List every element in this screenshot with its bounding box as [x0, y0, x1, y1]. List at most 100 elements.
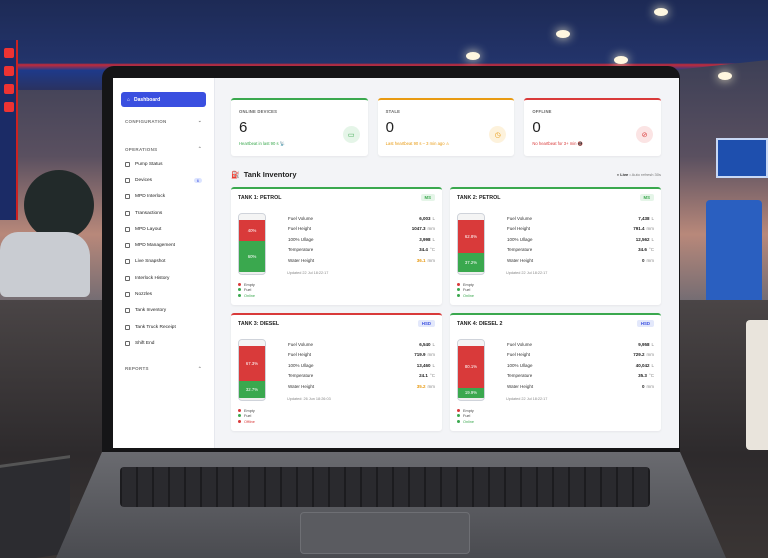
tank-value: 35.2 mm	[416, 383, 435, 389]
sidebar-item-interlock-history[interactable]: Interlock History	[121, 270, 206, 286]
inventory-title: Tank Inventory	[243, 170, 297, 179]
canopy-light	[614, 56, 628, 64]
sidebar: ⌂ Dashboard CONFIGURATION ⌄ OPERATIONS ⌃…	[113, 78, 215, 448]
tank-level-gauge: 80.1% 19.9%	[457, 339, 485, 401]
tank-value: 1047.3 mm	[411, 226, 435, 232]
empty-segment: 67.3%	[239, 346, 265, 381]
updated-timestamp: Updated 22 Jul 18:22:17	[287, 271, 329, 275]
sidebar-item-mpd-management[interactable]: MPD Management	[121, 237, 206, 253]
stat-value: 6	[239, 119, 248, 136]
sidebar-item-pump-status[interactable]: Pump Status	[121, 156, 206, 172]
grid-icon	[125, 226, 130, 232]
stat-cards: ONLINE DEVICES 6 Heartbeat in last 90 s …	[231, 98, 662, 156]
tank-value: 7,438 L	[638, 215, 654, 221]
tank-row-temp: Temperature 34.4 °C	[288, 247, 435, 253]
sidebar-item-mpd-interlock[interactable]: MPD Interlock	[121, 189, 206, 205]
stat-value: 0	[385, 119, 395, 136]
tank-level-gauge: 40% 60%	[238, 213, 266, 275]
chevron-up-icon: ⌃	[197, 146, 202, 151]
sidebar-item-nozzles[interactable]: Nozzles	[121, 286, 206, 302]
count-badge: 6	[193, 177, 202, 183]
tank-icon	[125, 308, 130, 314]
sidebar-item-live-snapshot[interactable]: Live Snapshot	[121, 254, 206, 270]
stat-label: STALE	[385, 109, 401, 114]
tank-value: 6,003 L	[419, 215, 435, 221]
sidebar-item-transactions[interactable]: Transactions	[121, 205, 206, 221]
tank-icon: ⛽	[231, 171, 240, 179]
tank-value: 36.1 mm	[416, 257, 435, 263]
station-logo-sign	[716, 138, 768, 178]
sidebar-item-tank-inventory[interactable]: Tank Inventory	[121, 303, 206, 319]
tank-value: 3,998 L	[419, 236, 435, 242]
section-reports[interactable]: REPORTS ⌃	[121, 366, 206, 372]
tank-row-temp: Temperature 34.6 °C	[507, 247, 654, 253]
section-configuration[interactable]: CONFIGURATION ⌄	[121, 118, 206, 124]
sidebar-item-dashboard[interactable]: ⌂ Dashboard	[121, 92, 206, 107]
receipt-icon	[125, 210, 130, 216]
tank-row-height: Fuel Height 791.4 mm	[507, 226, 654, 232]
fuel-segment: 32.7%	[239, 380, 265, 398]
tank-row-volume: Fuel Volume 6,003 L	[288, 215, 435, 221]
empty-segment: 80.1%	[458, 346, 484, 388]
stat-card-online-devices: ONLINE DEVICES 6 Heartbeat in last 90 s …	[231, 98, 368, 156]
tank-legend: Empty Fuel Online	[457, 282, 474, 300]
fuel-segment: 37.2%	[458, 252, 484, 272]
stat-subtext: Heartbeat in last 90 s 📡	[239, 141, 285, 146]
dashboard-screen: ⌂ Dashboard CONFIGURATION ⌄ OPERATIONS ⌃…	[113, 78, 679, 448]
tank-value: 729.2 mm	[633, 352, 654, 358]
tank-value: 791.4 mm	[633, 226, 654, 232]
tank-value: 34.4 °C	[419, 247, 435, 253]
operations-list: Pump Status Devices 6 MPD Interlock Trans…	[121, 156, 206, 352]
tank-grid: TANK 1: PETROL MS 40% 60% Fuel Volume 6,…	[231, 187, 661, 431]
stat-card-offline: OFFLINE 0 No heartbeat for 3+ min 📵 ⊘	[524, 98, 662, 156]
section-operations[interactable]: OPERATIONS ⌃	[121, 146, 206, 152]
fuel-type-chip: HSD	[636, 320, 654, 327]
background-tree	[24, 170, 94, 240]
background-car	[0, 232, 90, 297]
sidebar-item-tank-truck-receipt[interactable]: Tank Truck Receipt	[121, 319, 206, 335]
fuel-type-chip: MS	[639, 194, 654, 201]
price-sign	[0, 40, 18, 220]
sidebar-item-mpd-layout[interactable]: MPD Layout	[121, 221, 206, 237]
chevron-down-icon: ⌄	[197, 118, 202, 123]
tank-card[interactable]: TANK 3: DIESEL HSD 67.3% 32.7% Fuel Volu…	[231, 313, 442, 431]
fuel-type-chip: MS	[420, 194, 435, 201]
plug-icon: ▭	[342, 126, 360, 143]
fuel-segment: 19.9%	[458, 387, 484, 398]
wifi-off-icon: ⊘	[636, 126, 654, 143]
tank-name: TANK 1: PETROL	[238, 195, 282, 201]
tank-row-height: Fuel Height 719.9 mm	[288, 352, 435, 358]
tank-value: 12,562 L	[635, 236, 654, 242]
empty-segment: 62.8%	[458, 220, 484, 253]
stat-label: OFFLINE	[532, 109, 552, 114]
tank-value: 24.1 °C	[419, 373, 435, 379]
tank-value: 40,042 L	[635, 362, 654, 368]
updated-timestamp: Updated 22 Jul 18:22:17	[506, 397, 548, 401]
tank-row-ullage: 100% Ullage 3,998 L	[288, 236, 435, 242]
sidebar-item-shift-end[interactable]: Shift End	[121, 335, 206, 351]
home-icon: ⌂	[127, 96, 131, 103]
main-content: ONLINE DEVICES 6 Heartbeat in last 90 s …	[215, 78, 679, 448]
device-icon	[125, 177, 130, 183]
canopy-light	[654, 8, 668, 16]
tank-row-height: Fuel Height 729.2 mm	[507, 352, 654, 358]
empty-segment: 40%	[239, 220, 265, 241]
tank-card[interactable]: TANK 1: PETROL MS 40% 60% Fuel Volume 6,…	[231, 187, 442, 305]
tank-row-water: Water Height 0 mm	[507, 257, 654, 263]
tank-card[interactable]: TANK 4: DIESEL 2 HSD 80.1% 19.9% Fuel Vo…	[450, 313, 661, 431]
fuel-segment: 60%	[239, 240, 265, 272]
tank-row-ullage: 100% Ullage 40,042 L	[507, 362, 654, 368]
tank-name: TANK 3: DIESEL	[238, 321, 280, 327]
camera-icon	[125, 259, 130, 265]
stat-subtext: No heartbeat for 3+ min 📵	[532, 141, 583, 146]
sidebar-item-devices[interactable]: Devices 6	[121, 172, 206, 188]
tank-value: 0 mm	[641, 257, 654, 263]
tank-value: 35.3 °C	[638, 373, 654, 379]
fuel-pump	[706, 200, 762, 310]
updated-timestamp: Updated: 26 Jun 18:26:03	[287, 397, 331, 401]
tank-card[interactable]: TANK 2: PETROL MS 62.8% 37.2% Fuel Volum…	[450, 187, 661, 305]
tank-legend: Empty Fuel Offline	[238, 408, 255, 426]
tank-value: 9,958 L	[638, 341, 654, 347]
tank-value: 0 mm	[641, 383, 654, 389]
tank-level-gauge: 62.8% 37.2%	[457, 213, 485, 275]
